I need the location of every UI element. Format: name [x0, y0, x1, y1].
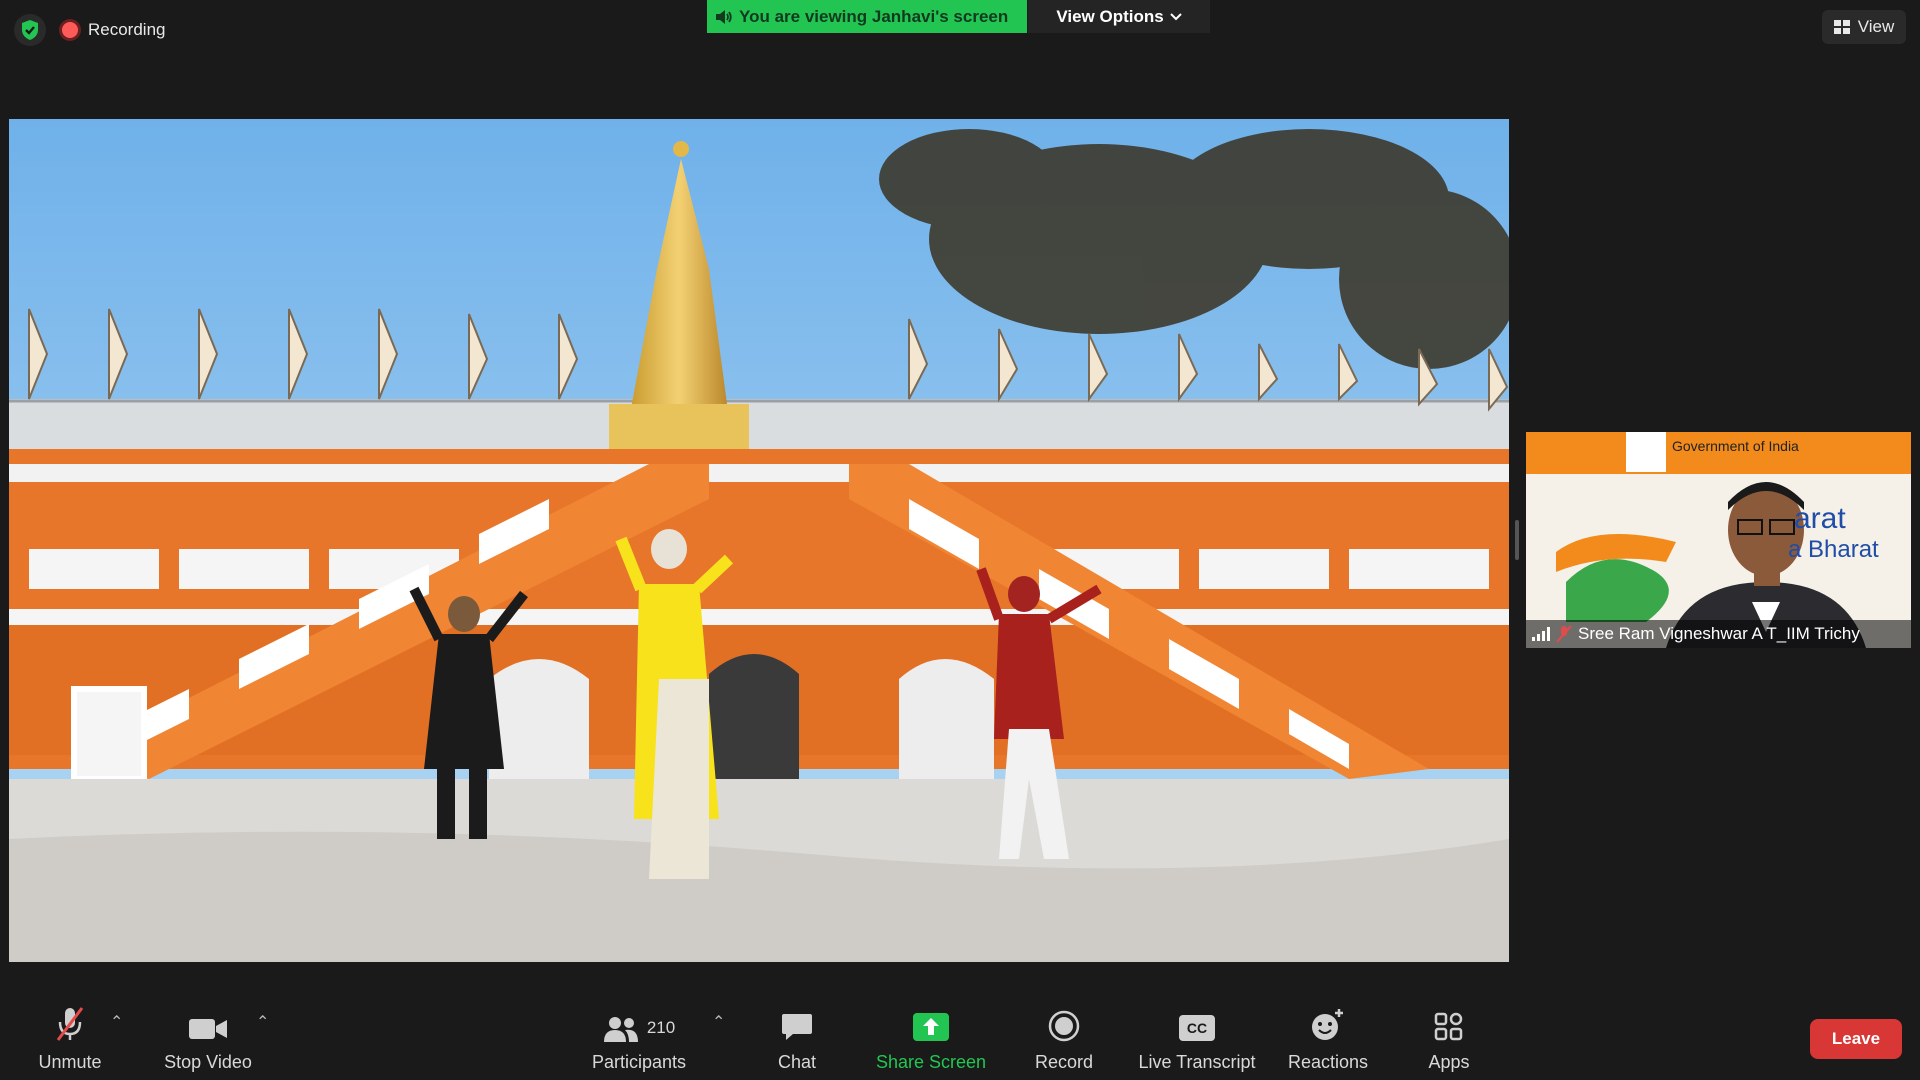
audio-options-caret[interactable]: ⌃ — [110, 1012, 123, 1032]
participants-options-caret[interactable]: ⌃ — [712, 1012, 725, 1032]
unmute-button[interactable]: Unmute — [25, 990, 115, 1080]
participants-button[interactable]: 210 Participants — [584, 990, 694, 1080]
meeting-toolbar: Unmute ⌃ Stop Video ⌃ 210 Participants ⌃… — [0, 990, 1920, 1080]
tile-background-text-top: Government of India — [1672, 438, 1799, 454]
video-options-caret[interactable]: ⌃ — [256, 1012, 269, 1032]
share-screen-label: Share Screen — [875, 1052, 987, 1072]
recording-dot-icon — [62, 22, 78, 38]
muted-mic-icon — [1556, 625, 1572, 643]
chat-bubble-icon — [782, 1014, 812, 1040]
record-button[interactable]: Record — [1024, 990, 1104, 1080]
chat-label: Chat — [777, 1052, 817, 1072]
apps-button[interactable]: Apps — [1414, 990, 1484, 1080]
view-button[interactable]: View — [1822, 10, 1906, 44]
top-bar: Recording You are viewing Janhavi's scre… — [0, 0, 1920, 60]
stop-video-button[interactable]: Stop Video — [158, 990, 258, 1080]
muted-mic-icon — [56, 1007, 84, 1041]
share-screen-button[interactable]: Share Screen — [872, 990, 990, 1080]
apps-icon — [1434, 1012, 1463, 1041]
viewing-banner: You are viewing Janhavi's screen — [707, 0, 1027, 33]
split-resize-handle[interactable] — [1515, 520, 1519, 560]
recording-label: Recording — [88, 20, 166, 39]
viewing-banner-text: You are viewing Janhavi's screen — [739, 6, 1009, 26]
stop-video-label: Stop Video — [164, 1052, 252, 1072]
participants-label: Participants — [591, 1052, 687, 1072]
recording-indicator[interactable]: Recording — [62, 16, 166, 44]
reactions-label: Reactions — [1287, 1052, 1369, 1072]
view-options-button[interactable]: View Options — [1028, 0, 1210, 33]
svg-text:CC: CC — [1187, 1020, 1207, 1036]
live-transcript-label: Live Transcript — [1138, 1052, 1256, 1072]
participants-icon — [603, 1017, 638, 1042]
chevron-down-icon — [1169, 12, 1182, 20]
reactions-button[interactable]: Reactions — [1283, 990, 1373, 1080]
unmute-label: Unmute — [38, 1052, 102, 1072]
chat-button[interactable]: Chat — [758, 990, 836, 1080]
participant-name-bar: Sree Ram Vigneshwar A T_IIM Trichy — [1526, 620, 1911, 648]
record-circle-icon — [1048, 1010, 1080, 1042]
shared-screen[interactable] — [9, 119, 1509, 962]
record-label: Record — [1034, 1052, 1094, 1072]
apps-label: Apps — [1428, 1052, 1470, 1072]
tile-background-text-mid2: a Bharat — [1788, 536, 1879, 563]
shield-check-icon[interactable] — [14, 14, 46, 46]
video-camera-icon — [189, 1019, 227, 1039]
shared-video-frame — [9, 119, 1509, 962]
live-transcript-button[interactable]: CC Live Transcript — [1133, 990, 1261, 1080]
participant-video-tile[interactable]: Government of India arat a Bharat Sree R… — [1526, 432, 1911, 648]
view-label: View — [1857, 17, 1895, 36]
view-options-label: View Options — [1056, 6, 1164, 26]
cc-icon: CC — [1179, 1015, 1215, 1041]
signal-bars-icon — [1532, 627, 1550, 641]
smiley-plus-icon — [1312, 1009, 1343, 1040]
participant-name: Sree Ram Vigneshwar A T_IIM Trichy — [1578, 624, 1860, 643]
tile-background-text-mid1: arat — [1794, 502, 1846, 535]
share-arrow-icon — [913, 1013, 949, 1041]
grid-view-icon — [1833, 20, 1850, 34]
participants-count: 210 — [646, 1018, 676, 1037]
leave-button[interactable]: Leave — [1810, 1019, 1902, 1059]
speaker-icon — [716, 9, 732, 24]
